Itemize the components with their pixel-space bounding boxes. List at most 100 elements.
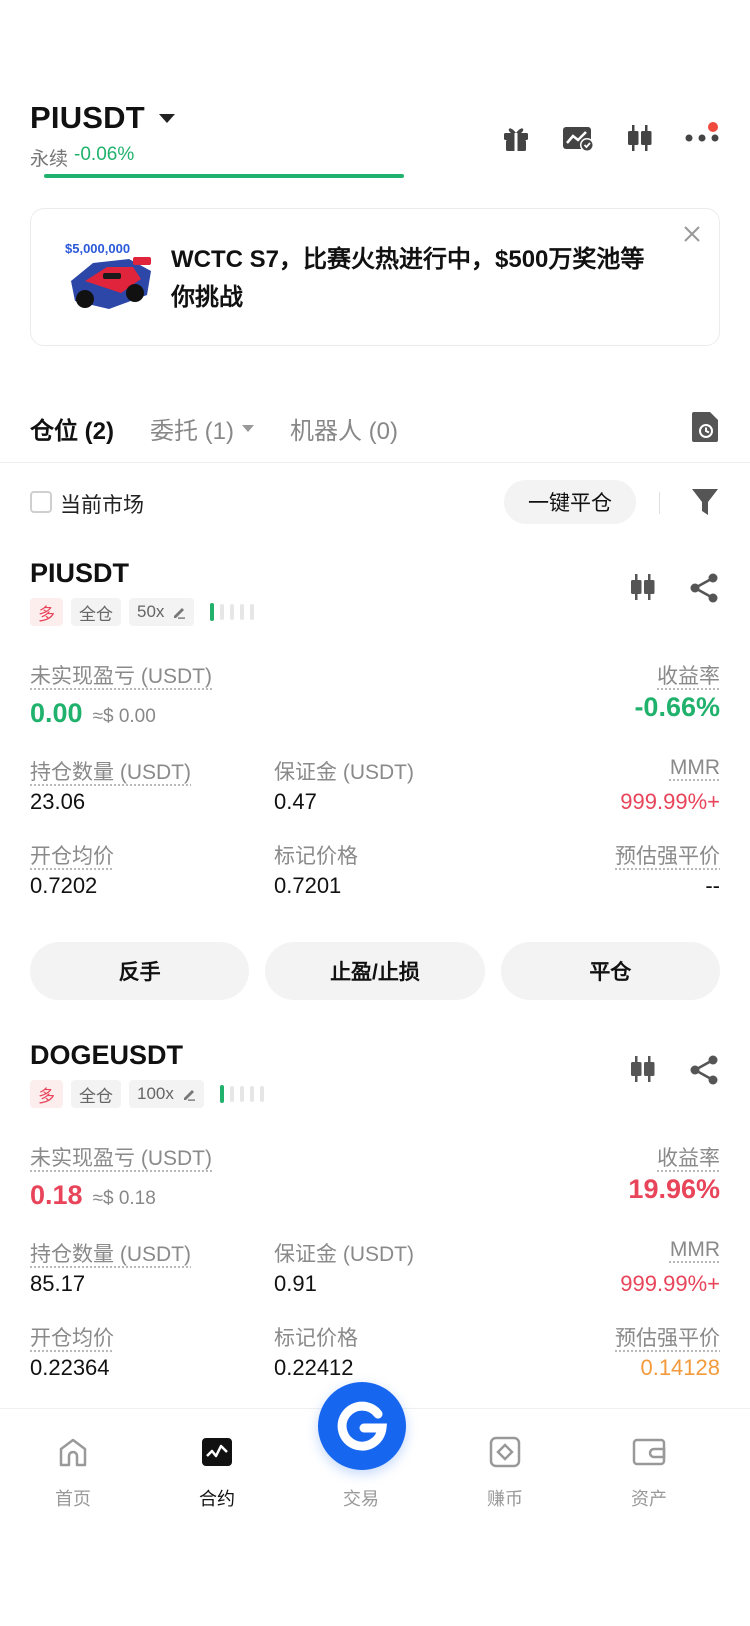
candlestick-icon[interactable] <box>628 572 660 604</box>
nav-label: 首页 <box>55 1489 91 1509</box>
contract-type: 永续 <box>30 149 69 170</box>
banner-image-text: $5,000,000 <box>65 241 130 256</box>
close-icon[interactable] <box>681 223 703 245</box>
trade-button[interactable] <box>318 1382 406 1470</box>
tab-label: 机器人 (0) <box>290 417 398 445</box>
tab-orders[interactable]: 委托 (1) <box>150 411 254 446</box>
position-card: DOGEUSDT 多 全仓 100x 未实现盈亏 (USDT) 0.18 ≈$ … <box>30 1040 720 1390</box>
margin-label: 保证金 (USDT) <box>274 1243 414 1266</box>
filter-row: 当前市场 一键平仓 <box>30 480 720 526</box>
roe-label[interactable]: 收益率 <box>657 1142 720 1172</box>
nav-label: 交易 <box>343 1489 379 1509</box>
nav-earn[interactable]: 赚币 <box>460 1435 550 1511</box>
position-buttons: 反手 止盈/止损 平仓 <box>30 942 720 1000</box>
mark-price-value: 0.22412 <box>274 1355 354 1380</box>
position-symbol[interactable]: PIUSDT <box>30 558 129 589</box>
mark-price-label: 标记价格 <box>274 1327 358 1350</box>
liq-price-label[interactable]: 预估强平价 <box>615 1322 720 1352</box>
nav-label: 合约 <box>199 1489 235 1509</box>
header: PIUSDT 永续 -0.06% <box>30 100 720 180</box>
margin-value: 0.91 <box>274 1271 317 1296</box>
chart-check-icon[interactable] <box>560 120 596 156</box>
home-icon <box>56 1435 90 1469</box>
unrealized-pnl-label[interactable]: 未实现盈亏 (USDT) <box>30 1142 212 1172</box>
caret-down-icon <box>242 424 254 432</box>
leverage-value: 50x <box>137 602 165 621</box>
share-icon[interactable] <box>688 572 720 604</box>
divider <box>659 492 660 514</box>
margin-value: 0.47 <box>274 789 317 814</box>
tab-label: 委托 (1) <box>150 417 234 445</box>
liq-price-value: 0.14128 <box>640 1355 720 1380</box>
mark-price-label: 标记价格 <box>274 845 358 868</box>
pnl-usd: ≈$ 0.00 <box>92 706 156 727</box>
mmr-label[interactable]: MMR <box>670 1238 720 1262</box>
reverse-button[interactable]: 反手 <box>30 942 250 1000</box>
margin-mode-badge: 全仓 <box>71 1080 121 1108</box>
candlestick-icon[interactable] <box>628 1054 660 1086</box>
mmr-value: 999.99%+ <box>620 1271 720 1296</box>
side-badge: 多 <box>30 598 63 626</box>
earn-icon <box>488 1435 522 1469</box>
pnl-value: 0.18 <box>30 1180 83 1210</box>
position-actions <box>628 572 720 604</box>
nav-futures[interactable]: 合约 <box>172 1435 262 1511</box>
share-icon[interactable] <box>688 1054 720 1086</box>
tab-bots[interactable]: 机器人 (0) <box>290 411 398 446</box>
notification-dot <box>708 122 718 132</box>
leverage-value: 100x <box>137 1084 174 1103</box>
more-icon[interactable] <box>684 120 720 156</box>
filter-icon[interactable] <box>690 486 720 518</box>
position-symbol[interactable]: DOGEUSDT <box>30 1040 183 1071</box>
roe-value: 19.96% <box>628 1174 720 1204</box>
current-market-label: 当前市场 <box>60 494 144 517</box>
leverage-badge[interactable]: 100x <box>129 1080 204 1108</box>
trade-logo-icon <box>337 1401 387 1451</box>
size-label[interactable]: 持仓数量 (USDT) <box>30 756 191 786</box>
margin-mode-badge: 全仓 <box>71 598 121 626</box>
liq-price-label[interactable]: 预估强平价 <box>615 840 720 870</box>
divider <box>0 462 750 463</box>
leverage-badge[interactable]: 50x <box>129 598 195 626</box>
nav-assets[interactable]: 资产 <box>604 1435 694 1511</box>
roe-label[interactable]: 收益率 <box>657 660 720 690</box>
edit-icon <box>174 608 186 619</box>
roe-value: -0.66% <box>634 692 720 722</box>
price-change: -0.06% <box>74 144 135 165</box>
history-document-icon[interactable] <box>690 410 720 444</box>
mmr-value: 999.99%+ <box>620 789 720 814</box>
close-all-button[interactable]: 一键平仓 <box>504 480 636 524</box>
liq-price-value: -- <box>705 873 720 898</box>
size-value: 85.17 <box>30 1271 86 1296</box>
mark-price-value: 0.7201 <box>274 873 342 898</box>
futures-icon <box>200 1435 234 1469</box>
current-market-checkbox[interactable] <box>30 491 52 513</box>
tp-sl-button[interactable]: 止盈/止损 <box>265 942 485 1000</box>
banner-text: WCTC S7，比赛火热进行中，$500万奖池等你挑战 <box>171 246 645 311</box>
close-position-button[interactable]: 平仓 <box>500 942 720 1000</box>
candlestick-icon[interactable] <box>622 120 658 156</box>
nav-label: 资产 <box>631 1489 667 1509</box>
size-value: 23.06 <box>30 789 86 814</box>
promo-banner[interactable]: $5,000,000 WCTC S7，比赛火热进行中，$500万奖池等你挑战 <box>30 208 720 346</box>
entry-price-label[interactable]: 开仓均价 <box>30 1322 114 1352</box>
nav-home[interactable]: 首页 <box>28 1435 118 1511</box>
pnl-usd: ≈$ 0.18 <box>92 1188 156 1209</box>
position-tags: 多 全仓 100x <box>30 1080 264 1108</box>
position-actions <box>628 1054 720 1086</box>
tab-positions[interactable]: 仓位 (2) <box>30 411 114 446</box>
edit-icon <box>183 1090 195 1101</box>
position-tags: 多 全仓 50x <box>30 598 255 626</box>
header-actions <box>498 120 720 156</box>
wallet-icon <box>632 1435 666 1469</box>
margin-label: 保证金 (USDT) <box>274 761 414 784</box>
size-label[interactable]: 持仓数量 (USDT) <box>30 1238 191 1268</box>
price-progress-line <box>44 174 404 178</box>
unrealized-pnl-label[interactable]: 未实现盈亏 (USDT) <box>30 660 212 690</box>
entry-price-label[interactable]: 开仓均价 <box>30 840 114 870</box>
pnl-value: 0.00 <box>30 698 83 728</box>
symbol-title: PIUSDT <box>30 100 145 135</box>
mmr-label[interactable]: MMR <box>670 756 720 780</box>
gift-icon[interactable] <box>498 120 534 156</box>
race-car-image: $5,000,000 <box>63 237 155 317</box>
